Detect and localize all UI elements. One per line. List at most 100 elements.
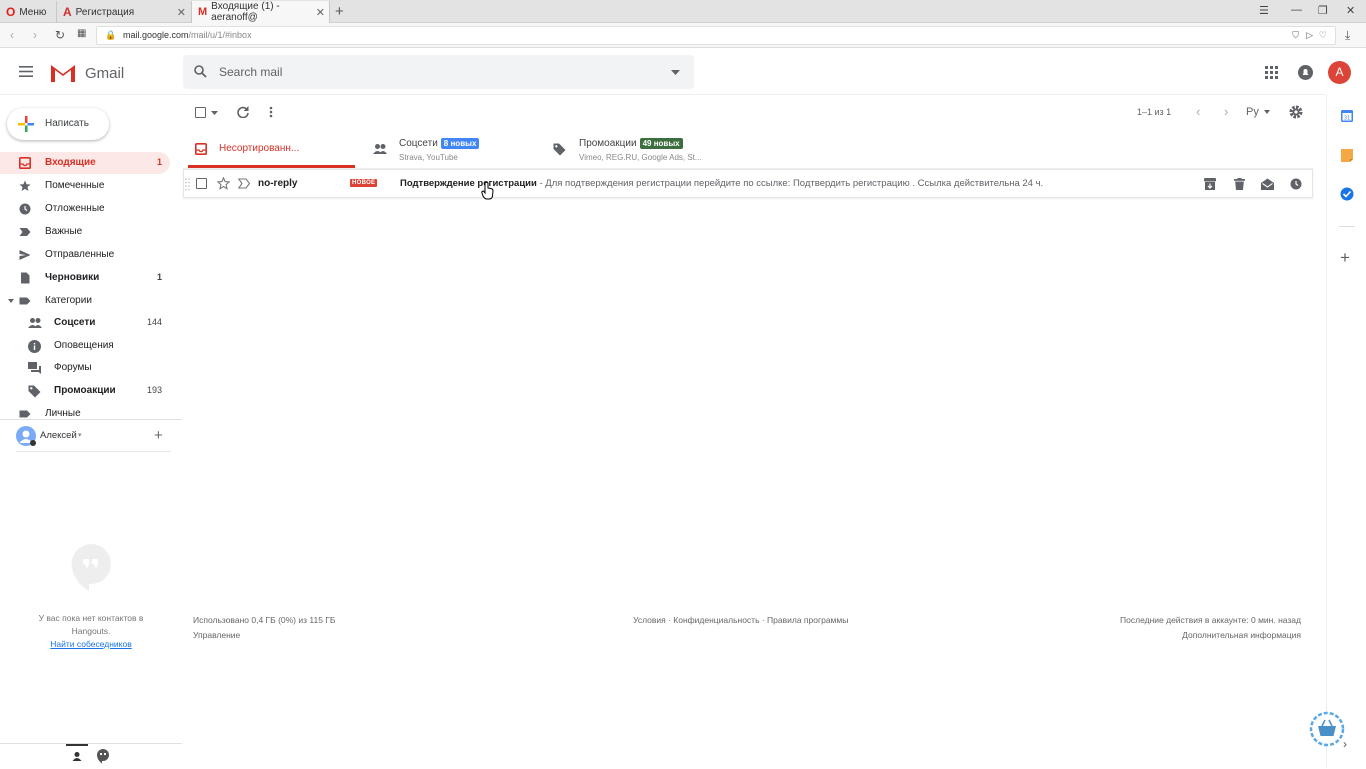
back-button[interactable]: ‹ xyxy=(10,28,14,42)
sidebar-item-updates[interactable]: Оповещения xyxy=(0,335,170,357)
search-bar[interactable]: Search mail xyxy=(183,55,694,89)
email-row[interactable]: no-reply НОВОЕ Подтверждение регистрации… xyxy=(183,169,1313,198)
heart-icon[interactable]: ♡ xyxy=(1319,27,1327,44)
expand-panel-icon[interactable]: › xyxy=(1343,737,1347,751)
close-tab-icon[interactable]: ✕ xyxy=(177,6,186,19)
gmail-logo-icon[interactable] xyxy=(50,63,76,83)
search-icon[interactable] xyxy=(194,65,207,78)
compose-label: Написать xyxy=(45,118,89,129)
tag-icon xyxy=(553,143,566,156)
sidebar-divider xyxy=(0,419,182,420)
tab-title: Входящие (1) - aeranoff@ xyxy=(211,1,280,23)
tasks-icon[interactable] xyxy=(1340,187,1354,201)
easy-setup-icon[interactable]: ☰ xyxy=(1259,4,1269,17)
sidebar-item-label: Соцсети xyxy=(54,317,96,328)
label-icon xyxy=(19,408,31,419)
sidebar-item-social[interactable]: Соцсети 144 xyxy=(0,312,170,334)
select-all-checkbox[interactable] xyxy=(195,107,206,118)
adblock-icon[interactable]: ⛉ xyxy=(1292,27,1299,44)
get-addons-icon[interactable]: + xyxy=(1340,248,1350,268)
more-options-icon[interactable] xyxy=(269,106,273,118)
account-avatar[interactable]: А xyxy=(1328,61,1351,84)
search-input[interactable]: Search mail xyxy=(219,65,282,79)
sidebar-item-forums[interactable]: Форумы xyxy=(0,357,170,379)
keep-icon[interactable] xyxy=(1341,149,1353,162)
hangouts-user[interactable]: Алексей ▾ + xyxy=(16,426,171,452)
forward-button[interactable]: › xyxy=(33,28,37,42)
expand-arrow-icon[interactable] xyxy=(8,299,14,303)
shopping-basket-icon[interactable] xyxy=(1309,711,1345,747)
panel-divider xyxy=(1339,226,1355,227)
details-link[interactable]: Дополнительная информация xyxy=(1182,630,1301,640)
email-sender: no-reply xyxy=(258,178,298,189)
next-page-icon[interactable]: › xyxy=(1224,104,1228,119)
hangouts-tab-icon[interactable] xyxy=(96,748,110,764)
pagination-text: 1–1 из 1 xyxy=(1137,107,1172,117)
speed-dial-icon[interactable]: ▦ xyxy=(77,28,86,39)
browser-menu-tab[interactable]: O Меню xyxy=(0,1,56,23)
reload-button[interactable]: ↻ xyxy=(55,28,65,42)
sidebar-item-label: Личные xyxy=(45,408,81,419)
sidebar-item-promotions[interactable]: Промоакции 193 xyxy=(0,380,170,402)
sidebar-item-label: Отложенные xyxy=(45,203,105,214)
sidebar-item-sent[interactable]: Отправленные xyxy=(0,244,170,266)
sidebar-item-important[interactable]: Важные xyxy=(0,221,170,243)
select-dropdown-icon[interactable] xyxy=(211,111,218,115)
mark-as-read-icon[interactable] xyxy=(1261,178,1274,190)
minimize-button[interactable]: — xyxy=(1291,4,1302,16)
tab-promotions[interactable]: Промоакции 49 новых Vimeo, REG.RU, Google… xyxy=(553,130,733,168)
main-menu-icon[interactable] xyxy=(19,66,33,77)
sidebar-item-personal[interactable]: Личные xyxy=(0,403,170,419)
input-tools-dropdown-icon[interactable] xyxy=(1264,110,1270,114)
sidebar-item-inbox[interactable]: Входящие 1 xyxy=(0,152,170,174)
site-favicon-icon: A xyxy=(63,5,72,19)
important-marker-icon[interactable] xyxy=(238,178,251,189)
footer-links[interactable]: Условия · Конфиденциальность · Правила п… xyxy=(633,615,848,625)
refresh-icon[interactable] xyxy=(237,106,249,118)
find-contacts-link[interactable]: Найти собеседников xyxy=(0,639,182,649)
url-field[interactable]: 🔒 mail.google.com/mail/u/1/#inbox ⛉ ▷ ♡ xyxy=(96,26,1336,45)
close-tab-icon[interactable]: ✕ xyxy=(316,6,325,19)
sidebar-item-starred[interactable]: Помеченные xyxy=(0,175,170,197)
browser-tab-registration[interactable]: A Регистрация ✕ xyxy=(56,1,190,23)
sidebar-item-snoozed[interactable]: Отложенные xyxy=(0,198,170,220)
search-options-icon[interactable] xyxy=(671,70,680,75)
add-contact-icon[interactable]: + xyxy=(154,427,163,444)
tab-social[interactable]: Соцсети 8 новых Strava, YouTube xyxy=(373,130,543,168)
star-icon[interactable] xyxy=(217,177,230,190)
drag-handle-icon[interactable] xyxy=(185,178,190,190)
draft-icon xyxy=(19,272,31,284)
gmail-favicon-icon: M xyxy=(198,6,208,18)
send-icon[interactable]: ▷ xyxy=(1306,27,1313,44)
sidebar-item-label: Форумы xyxy=(54,362,92,373)
restore-button[interactable]: ❐ xyxy=(1318,4,1328,17)
settings-gear-icon[interactable] xyxy=(1289,105,1303,119)
tab-primary[interactable]: Несортированн... xyxy=(188,130,355,168)
apps-grid-icon[interactable] xyxy=(1265,66,1278,79)
browser-menu-label: Меню xyxy=(19,6,47,18)
previous-page-icon[interactable]: ‹ xyxy=(1196,104,1200,119)
sidebar-item-drafts[interactable]: Черновики 1 xyxy=(0,267,170,289)
download-icon[interactable]: ⤓ xyxy=(1345,28,1350,43)
snooze-icon[interactable] xyxy=(1290,178,1302,190)
new-tab-button[interactable]: + xyxy=(335,3,344,20)
email-checkbox[interactable] xyxy=(196,178,207,189)
compose-button[interactable]: Написать xyxy=(7,108,109,140)
delete-icon[interactable] xyxy=(1234,178,1245,190)
user-menu-chevron-icon[interactable]: ▾ xyxy=(78,431,82,439)
browser-tab-inbox[interactable]: M Входящие (1) - aeranoff@ ✕ xyxy=(191,1,330,23)
sidebar-item-categories[interactable]: Категории xyxy=(0,290,170,312)
tag-icon xyxy=(28,385,41,398)
contacts-tab-icon[interactable] xyxy=(66,744,88,769)
draft-count: 1 xyxy=(156,272,162,282)
notifications-icon[interactable] xyxy=(1298,65,1313,80)
manage-storage-link[interactable]: Управление xyxy=(193,630,240,640)
url-path: /mail/u/1/#inbox xyxy=(188,30,252,40)
close-window-button[interactable]: ✕ xyxy=(1346,4,1355,17)
mouse-cursor-icon xyxy=(481,181,495,201)
archive-icon[interactable] xyxy=(1204,178,1216,190)
email-content: Подтверждение регистрации - Для подтверж… xyxy=(400,178,1043,189)
calendar-icon[interactable]: 31 xyxy=(1341,109,1353,122)
input-tools-button[interactable]: Ру xyxy=(1246,106,1259,118)
tab-label: Соцсети xyxy=(399,138,438,149)
